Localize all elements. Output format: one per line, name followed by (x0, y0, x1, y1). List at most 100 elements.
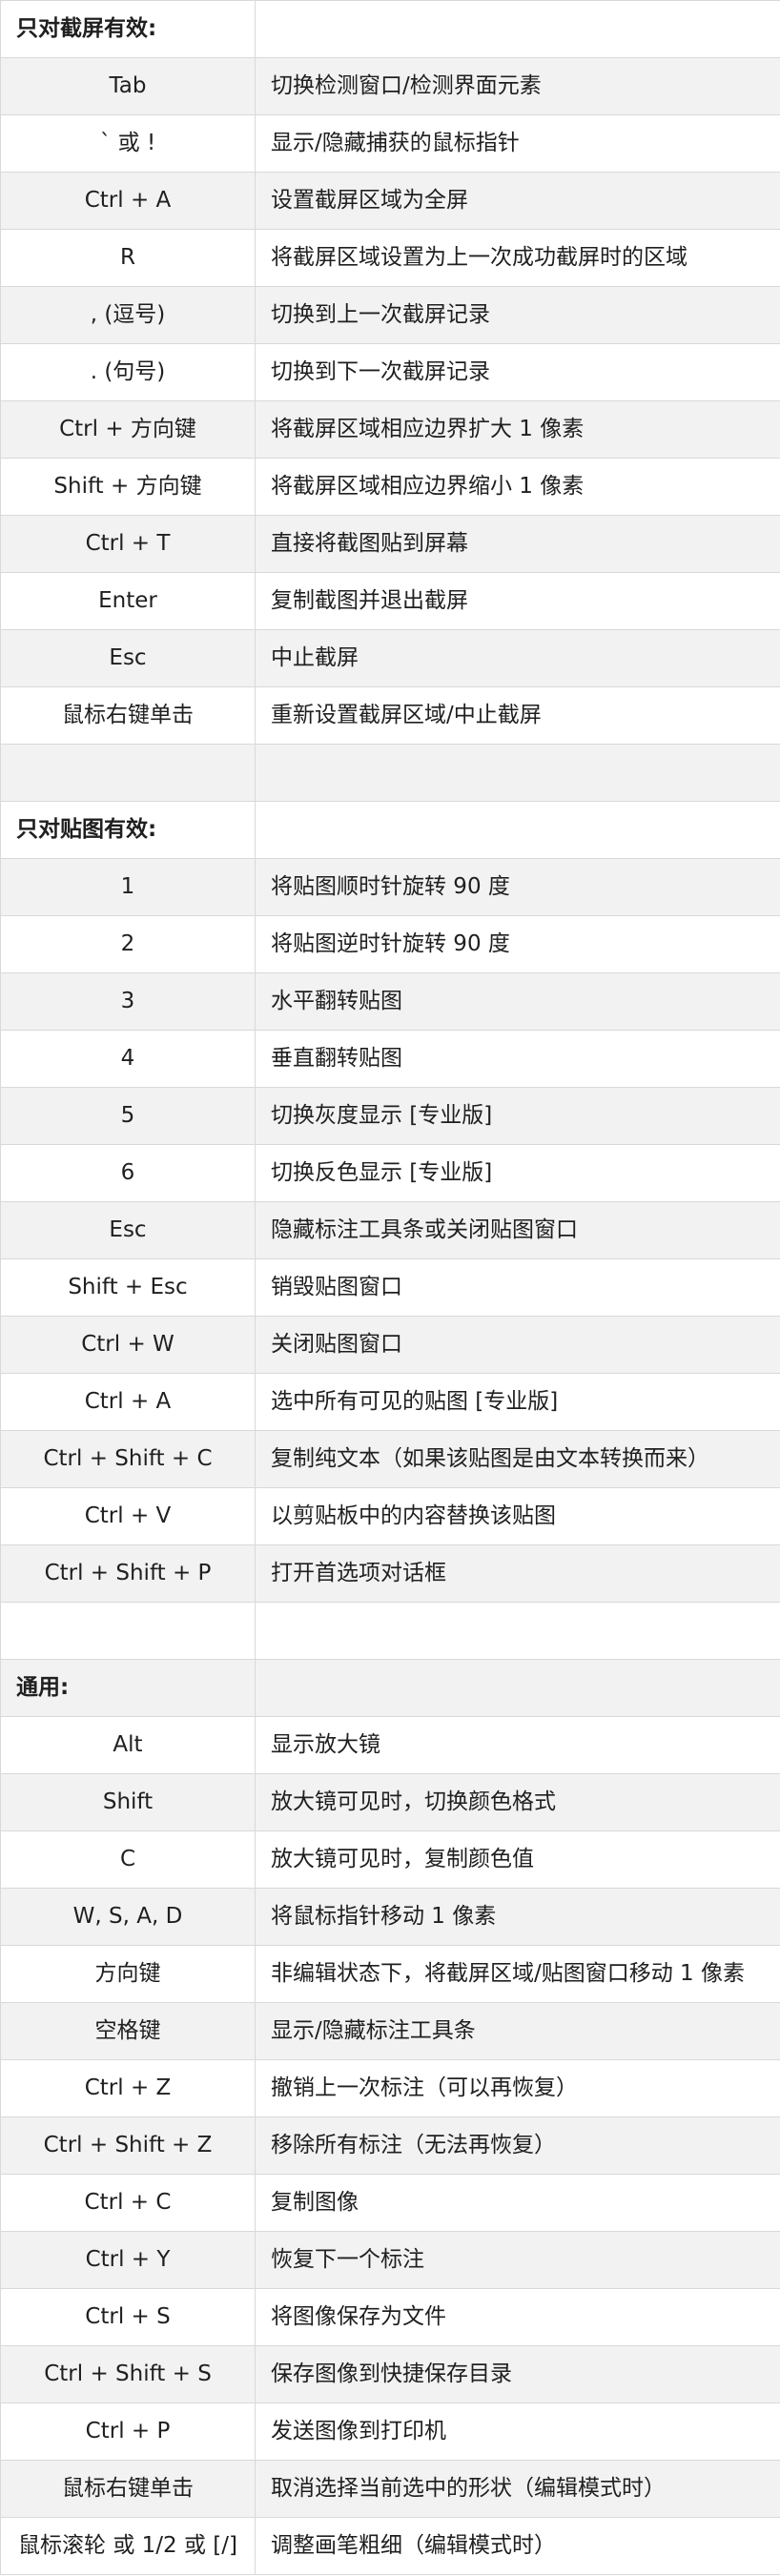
table-row: Esc 隐藏标注工具条或关闭贴图窗口 (0, 1201, 780, 1259)
shortcut-description: 将图像保存为文件 (255, 2288, 780, 2346)
shortcut-key: Ctrl + Shift + Z (0, 2116, 256, 2175)
table-row: Tab 切换检测窗口/检测界面元素 (0, 57, 780, 115)
shortcut-key: 鼠标右键单击 (0, 2460, 256, 2518)
empty-cell (255, 1659, 780, 1717)
shortcut-description: 关闭贴图窗口 (255, 1316, 780, 1374)
empty-cell (255, 0, 780, 58)
table-row: 鼠标右键单击 取消选择当前选中的形状（编辑模式时） (0, 2460, 780, 2518)
shortcut-description: 中止截屏 (255, 629, 780, 687)
shortcut-key: W, S, A, D (0, 1888, 256, 1946)
shortcut-description: 以剪贴板中的内容替换该贴图 (255, 1487, 780, 1545)
table-row: ` 或 ! 显示/隐藏捕获的鼠标指针 (0, 114, 780, 173)
shortcut-key: Ctrl + W (0, 1316, 256, 1374)
shortcut-key: Ctrl + Z (0, 2059, 256, 2117)
table-row: Ctrl + S 将图像保存为文件 (0, 2288, 780, 2346)
table-row: Ctrl + P 发送图像到打印机 (0, 2402, 780, 2461)
shortcut-key: Ctrl + Shift + S (0, 2345, 256, 2403)
shortcut-key: 1 (0, 858, 256, 916)
shortcut-key: R (0, 229, 256, 287)
empty-cell (255, 801, 780, 859)
table-row: Ctrl + Shift + P 打开首选项对话框 (0, 1544, 780, 1603)
empty-cell (255, 744, 780, 802)
shortcut-description: 切换反色显示 [专业版] (255, 1144, 780, 1202)
section-header-row: 只对贴图有效: (0, 801, 780, 859)
shortcut-key: Ctrl + A (0, 1373, 256, 1431)
table-row: Shift + Esc 销毁贴图窗口 (0, 1258, 780, 1317)
shortcut-description: 切换到上一次截屏记录 (255, 286, 780, 344)
shortcut-key: Ctrl + S (0, 2288, 256, 2346)
shortcut-key: Ctrl + Shift + P (0, 1544, 256, 1603)
shortcut-description: 取消选择当前选中的形状（编辑模式时） (255, 2460, 780, 2518)
shortcut-key: Esc (0, 629, 256, 687)
shortcut-description: 将贴图逆时针旋转 90 度 (255, 915, 780, 973)
shortcut-key: Shift (0, 1773, 256, 1831)
shortcut-description: 重新设置截屏区域/中止截屏 (255, 686, 780, 745)
shortcut-description: 恢复下一个标注 (255, 2231, 780, 2289)
shortcut-key: Alt (0, 1716, 256, 1774)
section-title: 只对贴图有效: (0, 801, 256, 859)
shortcut-description: 保存图像到快捷保存目录 (255, 2345, 780, 2403)
shortcut-description: 直接将截图贴到屏幕 (255, 515, 780, 573)
table-row: , (逗号) 切换到上一次截屏记录 (0, 286, 780, 344)
shortcut-key: Tab (0, 57, 256, 115)
shortcut-description: 撤销上一次标注（可以再恢复） (255, 2059, 780, 2117)
shortcut-key: 3 (0, 972, 256, 1031)
shortcut-key: 方向键 (0, 1945, 256, 2003)
table-row: 3 水平翻转贴图 (0, 972, 780, 1031)
table-row: 6 切换反色显示 [专业版] (0, 1144, 780, 1202)
table-row: Shift + 方向键 将截屏区域相应边界缩小 1 像素 (0, 458, 780, 516)
shortcut-key: Ctrl + Y (0, 2231, 256, 2289)
shortcut-description: 放大镜可见时，复制颜色值 (255, 1830, 780, 1889)
shortcut-description: 将截屏区域设置为上一次成功截屏时的区域 (255, 229, 780, 287)
shortcut-key: ` 或 ! (0, 114, 256, 173)
shortcut-description: 发送图像到打印机 (255, 2402, 780, 2461)
shortcut-description: 垂直翻转贴图 (255, 1030, 780, 1088)
shortcut-key: Ctrl + 方向键 (0, 400, 256, 459)
shortcut-key: Shift + 方向键 (0, 458, 256, 516)
section-header-row: 通用: (0, 1659, 780, 1717)
table-row: Ctrl + A 设置截屏区域为全屏 (0, 172, 780, 230)
shortcut-key: C (0, 1830, 256, 1889)
shortcut-key: . (句号) (0, 343, 256, 401)
shortcut-key: Shift + Esc (0, 1258, 256, 1317)
shortcut-description: 显示/隐藏捕获的鼠标指针 (255, 114, 780, 173)
shortcut-description: 将鼠标指针移动 1 像素 (255, 1888, 780, 1946)
table-row: 方向键 非编辑状态下，将截屏区域/贴图窗口移动 1 像素 (0, 1945, 780, 2003)
shortcut-description: 将截屏区域相应边界扩大 1 像素 (255, 400, 780, 459)
shortcut-key: 5 (0, 1087, 256, 1145)
shortcut-description: 非编辑状态下，将截屏区域/贴图窗口移动 1 像素 (255, 1945, 780, 2003)
spacer-row (0, 744, 780, 802)
shortcut-description: 复制截图并退出截屏 (255, 572, 780, 630)
table-row: 鼠标右键单击 重新设置截屏区域/中止截屏 (0, 686, 780, 745)
table-row: Ctrl + 方向键 将截屏区域相应边界扩大 1 像素 (0, 400, 780, 459)
shortcut-description: 放大镜可见时，切换颜色格式 (255, 1773, 780, 1831)
shortcut-key: Ctrl + V (0, 1487, 256, 1545)
section-header-row: 只对截屏有效: (0, 0, 780, 58)
shortcut-description: 选中所有可见的贴图 [专业版] (255, 1373, 780, 1431)
table-row: Ctrl + Shift + S 保存图像到快捷保存目录 (0, 2345, 780, 2403)
shortcut-description: 显示放大镜 (255, 1716, 780, 1774)
shortcut-key: 空格键 (0, 2002, 256, 2060)
shortcut-table: 只对截屏有效: Tab 切换检测窗口/检测界面元素 ` 或 ! 显示/隐藏捕获的鼠标指针… (0, 0, 780, 2575)
shortcut-key: 2 (0, 915, 256, 973)
shortcut-table-body: 只对截屏有效: Tab 切换检测窗口/检测界面元素 ` 或 ! 显示/隐藏捕获的鼠标指针… (0, 0, 780, 2575)
table-row: Ctrl + V 以剪贴板中的内容替换该贴图 (0, 1487, 780, 1545)
table-row: 5 切换灰度显示 [专业版] (0, 1087, 780, 1145)
section-title: 通用: (0, 1659, 256, 1717)
spacer-row (0, 1602, 780, 1660)
table-row: . (句号) 切换到下一次截屏记录 (0, 343, 780, 401)
shortcut-key: Ctrl + Shift + C (0, 1430, 256, 1488)
empty-cell (0, 1602, 256, 1660)
shortcut-key: 鼠标滚轮 或 1/2 或 [/] (0, 2517, 256, 2575)
shortcut-description: 水平翻转贴图 (255, 972, 780, 1031)
table-row: Ctrl + T 直接将截图贴到屏幕 (0, 515, 780, 573)
shortcut-key: Ctrl + A (0, 172, 256, 230)
shortcut-description: 复制纯文本（如果该贴图是由文本转换而来） (255, 1430, 780, 1488)
shortcut-key: Ctrl + P (0, 2402, 256, 2461)
table-row: Ctrl + C 复制图像 (0, 2174, 780, 2232)
shortcut-description: 隐藏标注工具条或关闭贴图窗口 (255, 1201, 780, 1259)
table-row: Shift 放大镜可见时，切换颜色格式 (0, 1773, 780, 1831)
table-row: 1 将贴图顺时针旋转 90 度 (0, 858, 780, 916)
table-row: C 放大镜可见时，复制颜色值 (0, 1830, 780, 1889)
shortcut-description: 切换灰度显示 [专业版] (255, 1087, 780, 1145)
